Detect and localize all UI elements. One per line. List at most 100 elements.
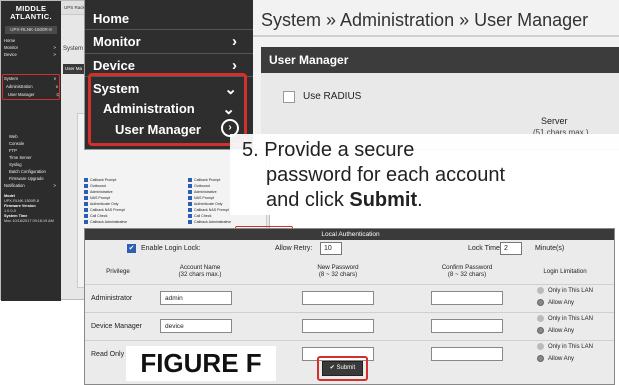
sidebar-item-monitor[interactable]: Monitor › xyxy=(93,33,245,50)
brand-logo: MIDDLE ATLANTIC. xyxy=(10,4,52,21)
header-account-name-label: Account Name xyxy=(179,264,221,271)
bg-nav-syslog[interactable]: Syslog xyxy=(9,162,63,167)
radio-allow-any[interactable]: Allow Any xyxy=(537,355,574,362)
zoom-callout-top: Home Monitor › Device › System ⌄ Administra… xyxy=(84,0,619,150)
bg-row[interactable]: Outbound xyxy=(84,184,106,189)
bg-row[interactable]: Authenticate Only xyxy=(188,202,223,207)
new-password-input[interactable] xyxy=(302,319,374,333)
bg-nav-label: FTP xyxy=(9,148,17,153)
bg-nav-highlight xyxy=(2,74,60,100)
bg-row[interactable]: Outbound xyxy=(188,184,210,189)
bg-nav-web[interactable]: Web xyxy=(9,134,63,139)
step-line-3: and click Submit. xyxy=(242,188,619,213)
bg-row[interactable]: Administrative xyxy=(84,190,113,195)
use-radius-checkbox[interactable] xyxy=(283,91,295,103)
header-account-name: Account Name (32 chars max.) xyxy=(160,264,240,278)
panel-title: Local Authentication xyxy=(85,229,614,240)
radio-icon xyxy=(537,287,544,294)
bg-row-label: Callback Administrative xyxy=(194,220,232,224)
step-instruction: 5. Provide a secure password for each ac… xyxy=(230,134,619,215)
new-password-input[interactable] xyxy=(302,291,374,305)
checkbox-icon xyxy=(84,196,88,201)
bg-nav-notification[interactable]: Notification > xyxy=(4,183,58,188)
bg-row[interactable]: Authenticate Only xyxy=(84,202,119,207)
bg-row[interactable]: Callback NAS Prompt xyxy=(84,208,125,213)
header-new-password: New Password (8 ~ 32 chars) xyxy=(298,264,378,278)
bg-tab[interactable]: User Ma xyxy=(63,64,85,74)
confirm-password-input[interactable] xyxy=(431,319,503,333)
checkbox-icon xyxy=(84,208,88,213)
radio-only-lan[interactable]: Only in This LAN xyxy=(537,315,593,322)
radio-selected-icon xyxy=(537,327,544,334)
chevron-right-icon: > xyxy=(53,52,56,57)
header-new-password-label: New Password xyxy=(317,264,359,271)
enable-login-lock-checkbox[interactable]: ✔ xyxy=(127,244,136,253)
bg-row[interactable]: NAS Prompt xyxy=(188,196,214,201)
system-info: Model UPX-RLNK-1500R-8 Firmware Version … xyxy=(4,194,59,224)
bg-row[interactable]: Callback Prompt xyxy=(84,178,116,183)
bg-nav-batch-config[interactable]: Batch Configuration xyxy=(9,169,63,174)
radio-label: Only in This LAN xyxy=(548,316,593,323)
radio-icon xyxy=(537,315,544,322)
checkbox-icon xyxy=(188,184,192,189)
account-name-input[interactable]: admin xyxy=(160,291,232,305)
divider xyxy=(85,53,253,54)
bg-row[interactable]: Callback Administrative xyxy=(188,220,232,225)
step-line-3-bold: Submit xyxy=(349,189,418,211)
login-lock-row: ✔ Enable Login Lock: Allow Retry: 10 Loc… xyxy=(85,242,614,258)
checkbox-icon xyxy=(188,202,192,207)
bg-row[interactable]: Callback Prompt xyxy=(188,178,220,183)
chevron-right-icon: › xyxy=(232,57,237,74)
submit-button[interactable]: ✔ Submit xyxy=(322,361,363,376)
sidebar-item-label: Monitor xyxy=(93,34,141,49)
bg-nav-monitor[interactable]: Monitor > xyxy=(4,45,58,50)
radio-selected-icon xyxy=(537,299,544,306)
radio-label: Allow Any xyxy=(548,356,575,363)
bg-row[interactable]: Callback Administrative xyxy=(84,220,128,225)
bg-row[interactable]: Administrative xyxy=(188,190,217,195)
sidebar-item-device[interactable]: Device › xyxy=(93,57,245,74)
bg-nav-label: Home xyxy=(4,38,16,43)
account-name-input[interactable]: device xyxy=(160,319,232,333)
bg-row[interactable]: Call Check xyxy=(188,214,211,219)
confirm-password-input[interactable] xyxy=(431,347,503,361)
bg-nav-firmware-upgrade[interactable]: Firmware Upgrade xyxy=(9,176,63,181)
step-line-2: password for each account xyxy=(266,164,506,186)
checkbox-icon xyxy=(188,196,192,201)
checkbox-icon xyxy=(188,190,192,195)
bg-row-label: Outbound xyxy=(90,184,106,188)
bg-row-label: Callback Administrative xyxy=(90,220,128,224)
bg-breadcrumb: System xyxy=(63,46,84,52)
info-fw-label: Firmware Version xyxy=(4,204,36,208)
sidebar-item-home[interactable]: Home xyxy=(93,11,245,26)
bg-nav-label: Notification xyxy=(4,183,25,188)
chevron-right-icon: > xyxy=(53,45,56,50)
use-radius-label: Use RADIUS xyxy=(303,91,362,102)
bg-row-label: Authenticate Only xyxy=(194,202,223,206)
bg-nav-time-server[interactable]: Time Server xyxy=(9,155,63,160)
section-title-bar: User Manager xyxy=(261,47,619,73)
enable-login-lock-label: Enable Login Lock: xyxy=(141,245,201,252)
lock-time-label: Lock Time: xyxy=(468,245,502,252)
radio-only-lan[interactable]: Only in This LAN xyxy=(537,343,593,350)
lock-time-input[interactable]: 2 xyxy=(500,242,522,255)
bg-row-label: Outbound xyxy=(194,184,210,188)
allow-retry-input[interactable]: 10 xyxy=(320,242,342,255)
bg-nav-ftp[interactable]: FTP xyxy=(9,148,63,153)
bg-nav-device[interactable]: Device > xyxy=(4,52,58,57)
bg-row[interactable]: Call Check xyxy=(84,214,107,219)
bg-row-label: Authenticate Only xyxy=(90,202,119,206)
radio-allow-any[interactable]: Allow Any xyxy=(537,299,574,306)
bg-nav-home[interactable]: Home xyxy=(4,38,58,43)
bg-row-label: NAS Prompt xyxy=(194,196,214,200)
checkbox-icon xyxy=(188,178,192,183)
radio-only-lan[interactable]: Only in This LAN xyxy=(537,287,593,294)
bg-row[interactable]: Callback NAS Prompt xyxy=(188,208,229,213)
confirm-password-input[interactable] xyxy=(431,291,503,305)
bg-row[interactable]: NAS Prompt xyxy=(84,196,110,201)
bg-nav-console[interactable]: Console xyxy=(9,141,63,146)
radio-allow-any[interactable]: Allow Any xyxy=(537,327,574,334)
allow-retry-label: Allow Retry: xyxy=(275,245,313,252)
header-privilege: Privilege xyxy=(106,268,130,275)
bg-nav-label: Syslog xyxy=(9,162,22,167)
